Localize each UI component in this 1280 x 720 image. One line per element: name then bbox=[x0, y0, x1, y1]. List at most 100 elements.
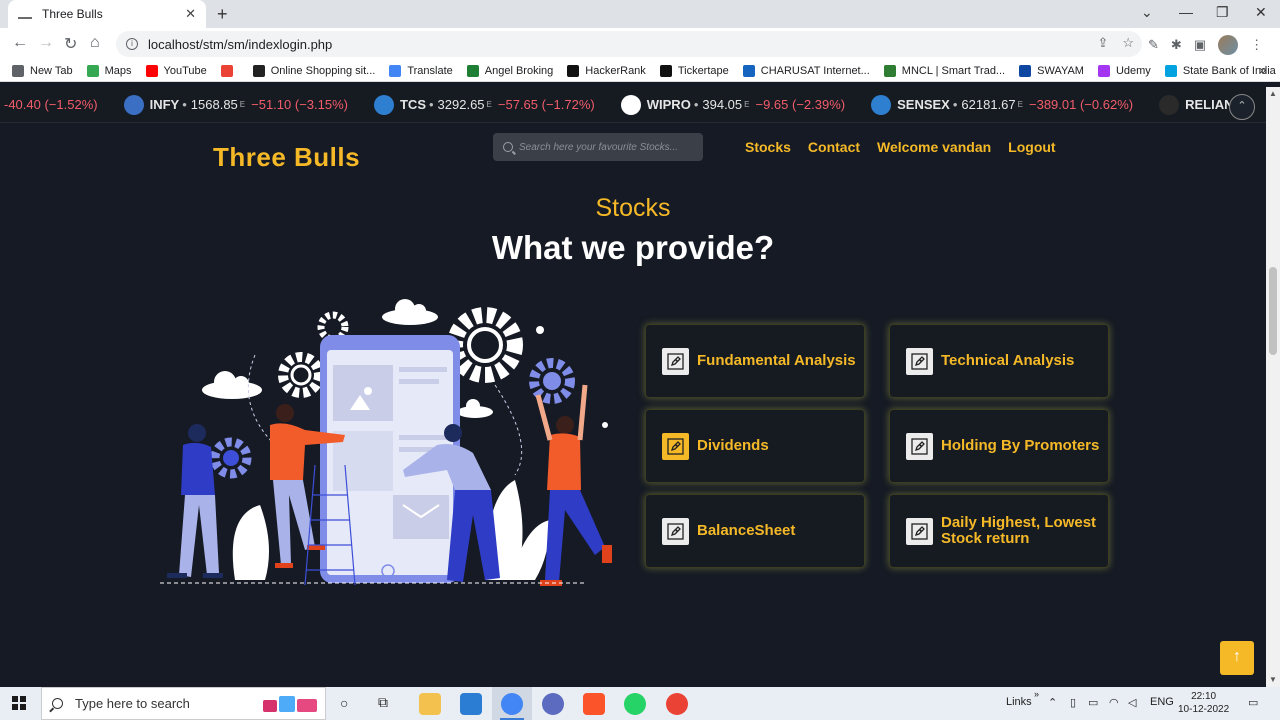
feature-label: Technical Analysis bbox=[941, 352, 1075, 369]
nav-logout[interactable]: Logout bbox=[1008, 139, 1055, 155]
bookmark-item[interactable]: Online Shopping sit... bbox=[252, 64, 376, 77]
site-brand[interactable]: Three Bulls bbox=[213, 142, 360, 173]
pen-icon bbox=[662, 432, 689, 460]
url-text[interactable]: localhost/stm/sm/indexlogin.php bbox=[148, 37, 332, 52]
bookmark-favicon-icon bbox=[659, 64, 672, 77]
chrome-profile-icon[interactable] bbox=[666, 693, 688, 715]
bookmark-favicon-icon bbox=[86, 64, 99, 77]
profile-avatar[interactable] bbox=[1218, 35, 1239, 55]
taskbar-search-placeholder[interactable]: Type here to search bbox=[75, 696, 190, 711]
bookmark-item[interactable]: Maps bbox=[86, 64, 132, 77]
ticker-exchange-mark: E bbox=[1017, 100, 1023, 109]
page-scrollbar[interactable]: ▲ ▼ bbox=[1266, 87, 1280, 687]
feature-card[interactable]: Technical Analysis bbox=[889, 324, 1109, 398]
bookmark-item[interactable]: Udemy bbox=[1097, 64, 1151, 77]
ticker-widget-icon[interactable]: ⌃ bbox=[1229, 94, 1255, 120]
extensions-puzzle-icon[interactable]: ✱ bbox=[1171, 37, 1182, 53]
feature-card[interactable]: BalanceSheet bbox=[645, 494, 865, 568]
new-tab-button[interactable]: + bbox=[217, 4, 228, 25]
site-info-icon[interactable]: i bbox=[126, 38, 138, 50]
feature-label: Daily Highest, Lowest Stock return bbox=[941, 514, 1097, 547]
tray-device-icon[interactable]: ▯ bbox=[1070, 696, 1076, 709]
ticker-exchange-mark: E bbox=[239, 100, 246, 109]
bookmark-star-icon[interactable]: ☆ bbox=[1122, 35, 1134, 51]
home-icon[interactable]: ⌂ bbox=[90, 34, 100, 52]
ticker-change: −51.10 (−3.15%) bbox=[251, 97, 348, 112]
taskbar-clock[interactable]: 22:10 10-12-2022 bbox=[1178, 690, 1229, 716]
links-more-icon[interactable]: » bbox=[1034, 689, 1039, 699]
language-indicator[interactable]: ENG bbox=[1150, 696, 1174, 708]
feature-label: Holding By Promoters bbox=[941, 437, 1100, 454]
bookmark-label: HackerRank bbox=[585, 64, 646, 77]
ticker-item[interactable]: INFY • 1568.85 E −51.10 (−3.15%) bbox=[123, 94, 348, 115]
forward-icon[interactable]: → bbox=[38, 34, 54, 52]
stock-search[interactable] bbox=[493, 133, 703, 161]
nav-contact[interactable]: Contact bbox=[808, 139, 860, 155]
vscode-icon[interactable] bbox=[460, 693, 482, 715]
feature-card[interactable]: Daily Highest, Lowest Stock return bbox=[889, 494, 1109, 568]
windows-start-icon[interactable] bbox=[12, 696, 26, 710]
whatsapp-icon[interactable] bbox=[624, 693, 646, 715]
cortana-icon[interactable]: ○ bbox=[340, 695, 348, 711]
app-icon[interactable] bbox=[542, 693, 564, 715]
bookmark-item[interactable]: New Tab bbox=[12, 64, 73, 77]
back-icon[interactable]: ← bbox=[12, 34, 28, 52]
ticker-item[interactable]: SENSEX • 62181.67 E −389.01 (−0.62%) bbox=[871, 94, 1133, 115]
bookmark-item[interactable]: Translate bbox=[389, 64, 453, 77]
bookmark-label: Online Shopping sit... bbox=[270, 64, 376, 77]
wifi-icon[interactable]: ◠ bbox=[1109, 696, 1119, 709]
scroll-down-icon[interactable]: ▼ bbox=[1269, 675, 1277, 684]
close-window-icon[interactable]: ✕ bbox=[1255, 4, 1267, 21]
browser-tab[interactable]: Three Bulls ✕ bbox=[8, 0, 206, 28]
feature-card[interactable]: Holding By Promoters bbox=[889, 409, 1109, 483]
feature-label: BalanceSheet bbox=[697, 522, 796, 539]
share-icon[interactable]: ⇪ bbox=[1097, 35, 1108, 51]
ticker-item[interactable]: TCS • 3292.65 E −57.65 (−1.72%) bbox=[373, 94, 595, 115]
browser-titlebar: Three Bulls ✕ + ⌄ — ❐ ✕ bbox=[0, 0, 1280, 28]
chrome-icon[interactable] bbox=[501, 693, 523, 715]
ticker-symbol: INFY bbox=[149, 97, 180, 112]
stock-search-input[interactable] bbox=[519, 141, 699, 153]
extension-pen-icon[interactable]: ✎ bbox=[1148, 37, 1159, 53]
bookmark-item[interactable]: YouTube bbox=[145, 64, 207, 77]
nav-welcome-user[interactable]: Welcome vandan bbox=[877, 139, 991, 155]
minimize-icon[interactable]: — bbox=[1179, 4, 1193, 20]
battery-icon[interactable]: ▭ bbox=[1088, 696, 1098, 709]
bookmarks-overflow-icon[interactable]: » bbox=[1259, 63, 1266, 77]
back-to-top-button[interactable]: ↑ bbox=[1220, 641, 1254, 675]
file-explorer-icon[interactable] bbox=[419, 693, 441, 715]
address-bar[interactable]: i localhost/stm/sm/indexlogin.php ⇪ ☆ bbox=[116, 31, 1142, 57]
brave-icon[interactable] bbox=[583, 693, 605, 715]
browser-menu-icon[interactable]: ⋮ bbox=[1250, 37, 1263, 53]
tab-close-icon[interactable]: ✕ bbox=[185, 6, 196, 22]
bookmark-item[interactable] bbox=[220, 64, 239, 77]
scroll-thumb[interactable] bbox=[1269, 267, 1277, 355]
bookmark-item[interactable]: Angel Broking bbox=[466, 64, 554, 77]
task-view-icon[interactable]: ⧉ bbox=[378, 694, 388, 711]
tray-chevron-icon[interactable]: ⌃ bbox=[1048, 696, 1057, 709]
ticker-separator: • bbox=[952, 97, 958, 112]
bookmark-item[interactable]: MNCL | Smart Trad... bbox=[883, 64, 1006, 77]
maximize-icon[interactable]: ❐ bbox=[1216, 4, 1229, 21]
bookmark-item[interactable]: Tickertape bbox=[659, 64, 729, 77]
reload-icon[interactable]: ↻ bbox=[64, 34, 77, 54]
feature-card[interactable]: Dividends bbox=[645, 409, 865, 483]
links-toolbar[interactable]: Links bbox=[1006, 696, 1032, 708]
notifications-icon[interactable]: ▭ bbox=[1248, 696, 1258, 709]
ticker-item[interactable]: WIPRO • 394.05 E −9.65 (−2.39%) bbox=[620, 94, 845, 115]
bookmark-item[interactable]: HackerRank bbox=[567, 64, 646, 77]
side-panel-icon[interactable]: ▣ bbox=[1194, 37, 1206, 53]
bookmark-item[interactable]: SWAYAM bbox=[1019, 64, 1084, 77]
volume-icon[interactable]: ◁ bbox=[1128, 696, 1136, 709]
feature-card[interactable]: Fundamental Analysis bbox=[645, 324, 865, 398]
pen-icon bbox=[906, 432, 933, 460]
nav-stocks[interactable]: Stocks bbox=[745, 139, 791, 155]
bookmark-label: Angel Broking bbox=[484, 64, 554, 77]
bookmark-label: MNCL | Smart Trad... bbox=[901, 64, 1006, 77]
bookmark-label: Maps bbox=[104, 64, 132, 77]
scroll-up-icon[interactable]: ▲ bbox=[1269, 89, 1277, 98]
taskbar-search[interactable]: Type here to search bbox=[41, 687, 326, 720]
ticker-price: 1568.85 bbox=[190, 97, 238, 112]
bookmark-item[interactable]: CHARUSAT Internet... bbox=[742, 64, 870, 77]
tab-search-icon[interactable]: ⌄ bbox=[1141, 4, 1153, 21]
